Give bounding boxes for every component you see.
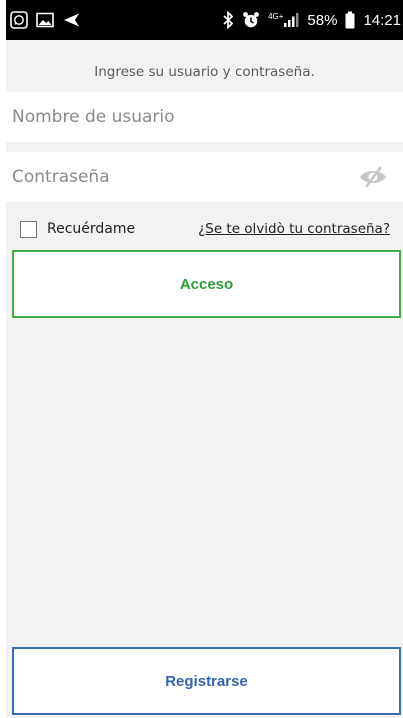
phone-screen: 4G+ 58% 14:21 Ingrese su usuario y contr… [0,0,403,718]
send-icon [62,12,80,28]
remember-row: Recuérdame ¿Se te olvidò tu contraseña? [20,218,390,240]
status-bar-right: 4G+ 58% 14:21 [222,11,401,29]
battery-percent: 58% [307,11,338,29]
status-bar-left [10,11,80,29]
username-field[interactable]: Nombre de usuario [6,92,403,142]
forgot-password-link[interactable]: ¿Se te olvidò tu contraseña? [198,221,390,237]
status-bar: 4G+ 58% 14:21 [6,0,403,40]
network-type: 4G+ [268,12,284,21]
whatsapp-icon [10,11,28,29]
gallery-icon [36,12,54,28]
username-placeholder: Nombre de usuario [12,107,175,127]
clock-time: 14:21 [363,11,401,29]
alarm-icon [242,11,260,29]
login-screen: Ingrese su usuario y contraseña. Nombre … [6,40,403,718]
hide-password-icon[interactable] [357,165,389,189]
password-field[interactable]: Contraseña [6,152,403,202]
remember-checkbox[interactable] [20,220,37,238]
register-button[interactable]: Registrarse [12,647,401,715]
login-prompt: Ingrese su usuario y contraseña. [94,64,315,80]
remember-me[interactable]: Recuérdame [20,220,136,238]
bluetooth-icon [222,11,234,29]
login-button[interactable]: Acceso [12,250,401,318]
password-placeholder: Contraseña [12,167,110,187]
signal-icon: 4G+ [268,12,299,28]
battery-icon [345,11,355,29]
remember-label: Recuérdame [47,221,136,237]
